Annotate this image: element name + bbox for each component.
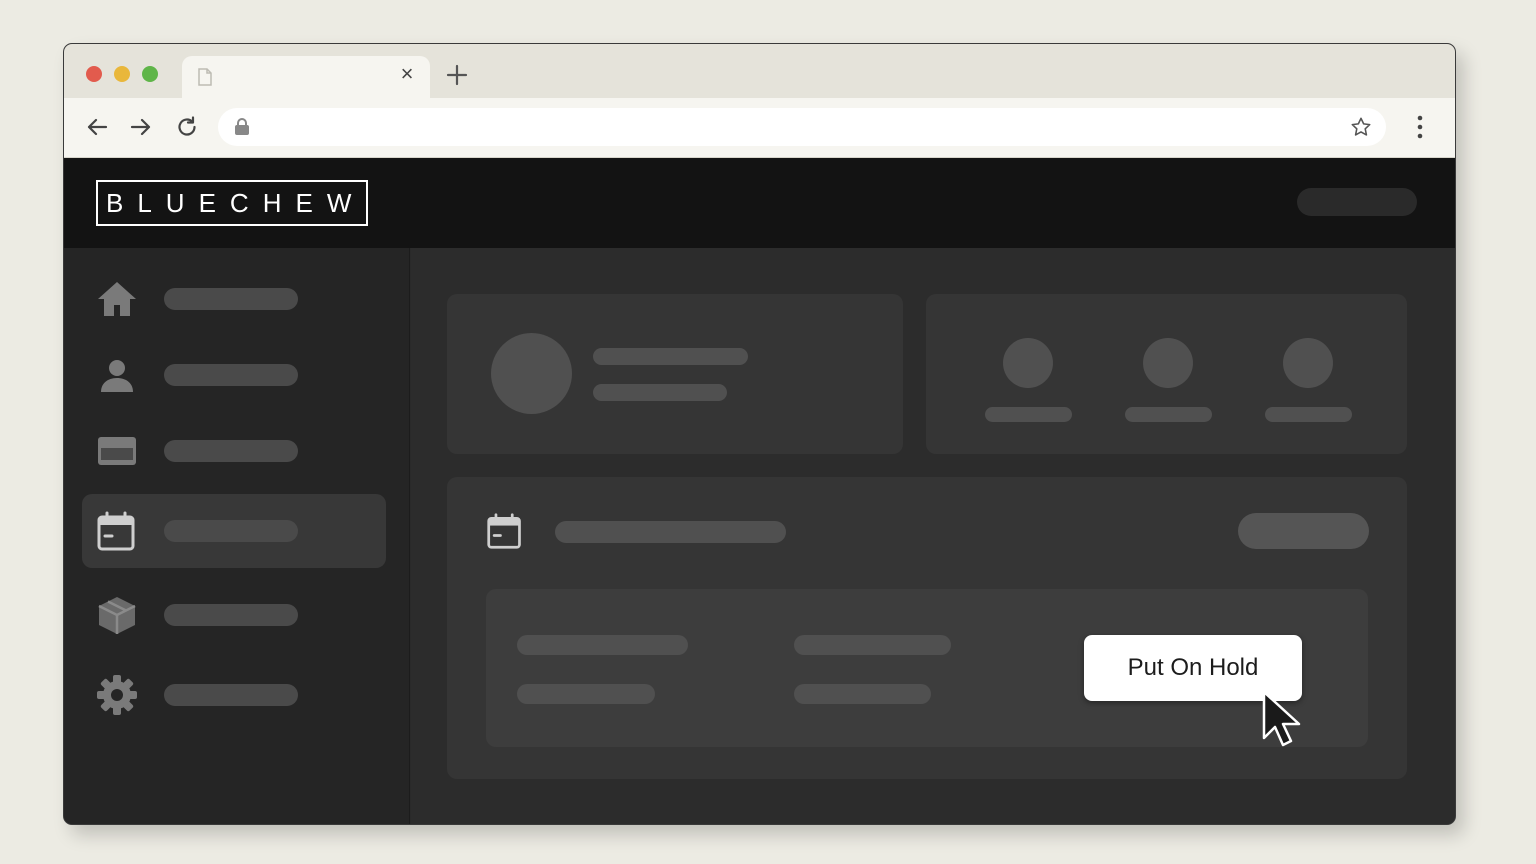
- calendar-icon: [487, 513, 521, 549]
- section-title-placeholder: [555, 521, 786, 543]
- browser-tab[interactable]: ×: [182, 56, 430, 98]
- profile-card: [447, 294, 903, 454]
- app-header: BLUECHEW: [64, 158, 1455, 248]
- close-icon[interactable]: ×: [397, 63, 417, 85]
- avatar: [1003, 338, 1053, 388]
- brand-logo[interactable]: BLUECHEW: [96, 180, 368, 226]
- profile-detail-placeholder: [593, 384, 727, 401]
- avatar: [1283, 338, 1333, 388]
- avatar: [491, 333, 572, 414]
- shipment-info-placeholder: [794, 684, 931, 704]
- sidebar-label-placeholder: [164, 364, 298, 386]
- reload-icon[interactable]: [174, 114, 200, 140]
- browser-window: × BLUECHEW Put On Hold: [63, 43, 1456, 825]
- sidebar-item-schedule[interactable]: [82, 494, 386, 568]
- user-icon: [101, 360, 133, 392]
- sidebar-label-placeholder: [164, 520, 298, 542]
- lock-icon: [235, 118, 249, 135]
- star-icon[interactable]: [1350, 116, 1372, 138]
- section-action-placeholder[interactable]: [1238, 513, 1369, 549]
- sidebar-item-settings[interactable]: [82, 658, 386, 732]
- kebab-menu-icon[interactable]: [1410, 113, 1430, 141]
- maximize-window-button[interactable]: [142, 66, 158, 82]
- shipment-info-placeholder: [517, 635, 688, 655]
- forward-arrow-icon[interactable]: [128, 114, 154, 140]
- shipment-info-placeholder: [794, 635, 951, 655]
- avatar: [1143, 338, 1193, 388]
- sidebar-item-home[interactable]: [82, 262, 386, 336]
- shipment-info-placeholder: [517, 684, 655, 704]
- page-icon: [198, 68, 212, 86]
- browser-toolbar: [64, 98, 1455, 158]
- box-icon: [98, 597, 136, 634]
- card-icon: [98, 437, 136, 465]
- contact-label-placeholder: [1265, 407, 1352, 422]
- tab-strip: ×: [64, 44, 1455, 98]
- sidebar-label-placeholder: [164, 440, 298, 462]
- close-window-button[interactable]: [86, 66, 102, 82]
- header-action-placeholder[interactable]: [1297, 188, 1417, 216]
- contact-label-placeholder: [1125, 407, 1212, 422]
- profile-name-placeholder: [593, 348, 748, 365]
- sidebar-label-placeholder: [164, 604, 298, 626]
- sidebar-item-account[interactable]: [82, 338, 386, 412]
- sidebar: [64, 248, 410, 824]
- gear-icon: [97, 675, 137, 715]
- sidebar-item-orders[interactable]: [82, 578, 386, 652]
- shipment-row: Put On Hold: [486, 589, 1368, 747]
- sidebar-item-billing[interactable]: [82, 414, 386, 488]
- contacts-card: [926, 294, 1407, 454]
- back-arrow-icon[interactable]: [84, 114, 110, 140]
- calendar-icon: [97, 511, 135, 551]
- minimize-window-button[interactable]: [114, 66, 130, 82]
- mouse-cursor-icon: [1262, 690, 1301, 747]
- sidebar-label-placeholder: [164, 684, 298, 706]
- plus-icon[interactable]: [444, 62, 470, 88]
- contact-label-placeholder: [985, 407, 1072, 422]
- home-icon: [98, 282, 136, 316]
- sidebar-label-placeholder: [164, 288, 298, 310]
- address-bar[interactable]: [218, 108, 1386, 146]
